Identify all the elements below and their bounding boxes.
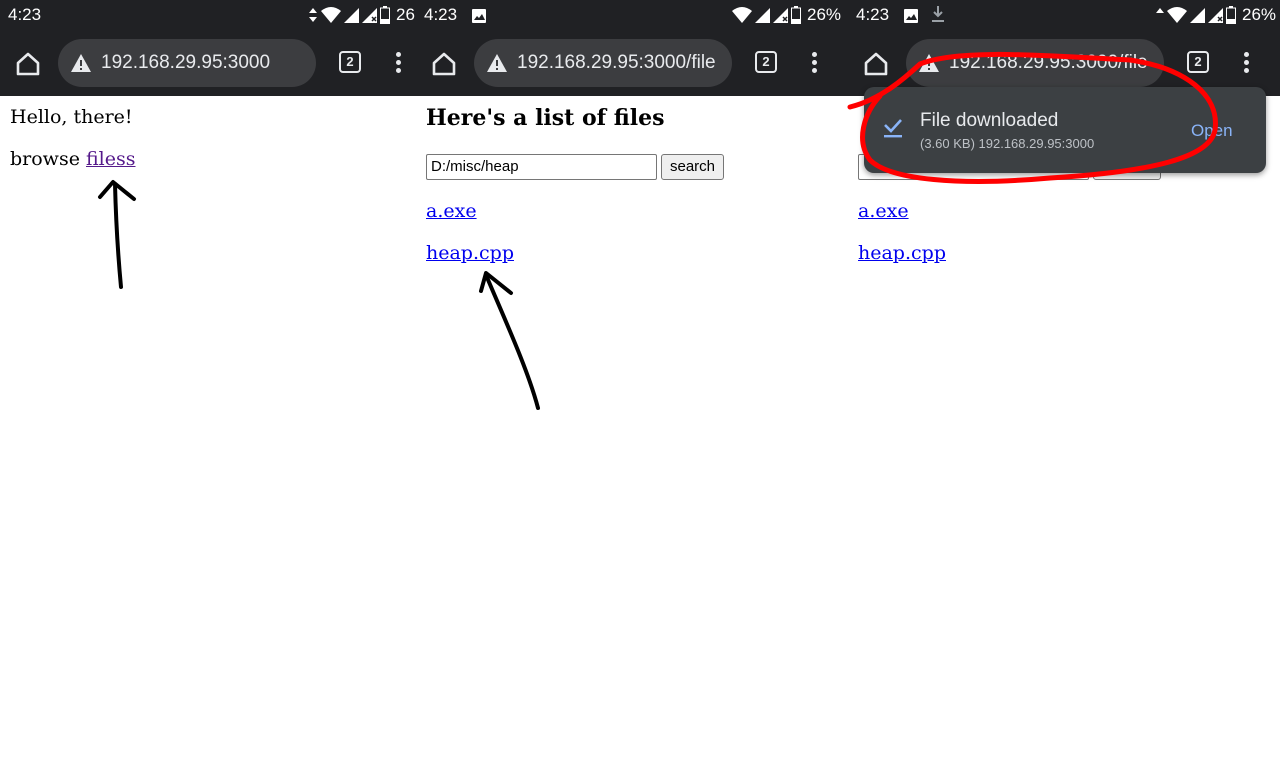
file-list-item: heap.cpp [858, 242, 946, 264]
signal-no-data-icon [773, 7, 788, 23]
file-link-a-exe[interactable]: a.exe [426, 200, 477, 222]
battery-percent: 26% [807, 5, 842, 24]
snackbar-title: File downloaded [920, 110, 1059, 131]
signal-no-data-icon [1208, 7, 1223, 23]
wifi-icon [321, 7, 341, 23]
greeting-text: Hello, there! [10, 106, 133, 128]
not-secure-warning-icon[interactable] [70, 53, 92, 73]
battery-icon [1226, 6, 1236, 24]
address-bar[interactable]: 192.168.29.95:3000 [58, 39, 316, 87]
search-button[interactable]: search [661, 154, 725, 180]
status-time: 4:23 [856, 5, 890, 24]
home-icon[interactable] [14, 50, 42, 78]
image-notification-icon [472, 9, 486, 23]
file-link-a-exe[interactable]: a.exe [858, 200, 909, 222]
screen-home: 4:23 26 192.168.29.95:3000 2 Hello, ther… [0, 0, 416, 768]
signal-icon [344, 7, 359, 23]
browser-toolbar: 192.168.29.95:3000 2 [0, 30, 416, 96]
image-notification-icon [904, 9, 918, 23]
overflow-menu-icon[interactable] [812, 52, 818, 74]
battery-percent: 26 [396, 5, 415, 24]
not-secure-warning-icon[interactable] [918, 53, 940, 73]
overflow-menu-icon[interactable] [396, 52, 402, 74]
files-link[interactable]: filess [86, 148, 136, 170]
file-link-heap-cpp[interactable]: heap.cpp [858, 242, 946, 264]
url-text[interactable]: 192.168.29.95:3000/file [517, 52, 716, 74]
signal-icon [1190, 7, 1205, 23]
file-list-item: a.exe [426, 200, 477, 222]
path-search-input[interactable]: D:/misc/heap [426, 154, 657, 180]
signal-icon [755, 7, 770, 23]
status-icons: 26% [1156, 4, 1276, 26]
file-list-item: a.exe [858, 200, 909, 222]
status-bar: 4:23 26 [0, 0, 416, 30]
download-snackbar: File downloaded (3.60 KB) 192.168.29.95:… [864, 87, 1266, 173]
battery-icon [380, 6, 390, 24]
file-list-item: heap.cpp [426, 242, 514, 264]
status-time: 4:23 [8, 5, 42, 24]
url-text[interactable]: 192.168.29.95:3000/file [949, 52, 1148, 74]
page-heading: Here's a list of files [426, 105, 665, 131]
status-icons: 26% [732, 4, 841, 26]
data-arrows-icon [309, 8, 317, 22]
status-bar: 4:23 26% [848, 0, 1280, 30]
open-download-button[interactable]: Open [1191, 121, 1233, 141]
home-icon[interactable] [862, 50, 890, 78]
wifi-icon [732, 7, 752, 23]
home-icon[interactable] [430, 50, 458, 78]
snackbar-detail: (3.60 KB) 192.168.29.95:3000 [920, 136, 1095, 151]
url-text[interactable]: 192.168.29.95:3000 [101, 52, 270, 74]
signal-no-data-icon [362, 7, 377, 23]
status-bar: 4:23 26% [416, 0, 848, 30]
download-complete-icon [884, 119, 902, 138]
battery-percent: 26% [1242, 5, 1277, 24]
tab-switcher-button[interactable]: 2 [755, 51, 777, 73]
tab-switcher-button[interactable]: 2 [1187, 51, 1209, 73]
download-notification-icon [932, 6, 944, 22]
status-icons: 26 [308, 4, 415, 26]
tab-switcher-button[interactable]: 2 [339, 51, 361, 73]
file-link-heap-cpp[interactable]: heap.cpp [426, 242, 514, 264]
screen-file-list: 4:23 26% 192.168.29.95:3000/file 2 Here'… [416, 0, 848, 768]
address-bar[interactable]: 192.168.29.95:3000/file [906, 39, 1164, 87]
overflow-menu-icon[interactable] [1244, 52, 1250, 74]
data-arrows-icon [1156, 8, 1164, 13]
browser-toolbar: 192.168.29.95:3000/file 2 [416, 30, 848, 96]
not-secure-warning-icon[interactable] [486, 53, 508, 73]
wifi-icon [1167, 7, 1187, 23]
status-time: 4:23 [424, 5, 458, 24]
browse-label: browse [10, 148, 80, 170]
browse-line: browse filess [10, 148, 136, 170]
battery-icon [791, 6, 801, 24]
address-bar[interactable]: 192.168.29.95:3000/file [474, 39, 732, 87]
